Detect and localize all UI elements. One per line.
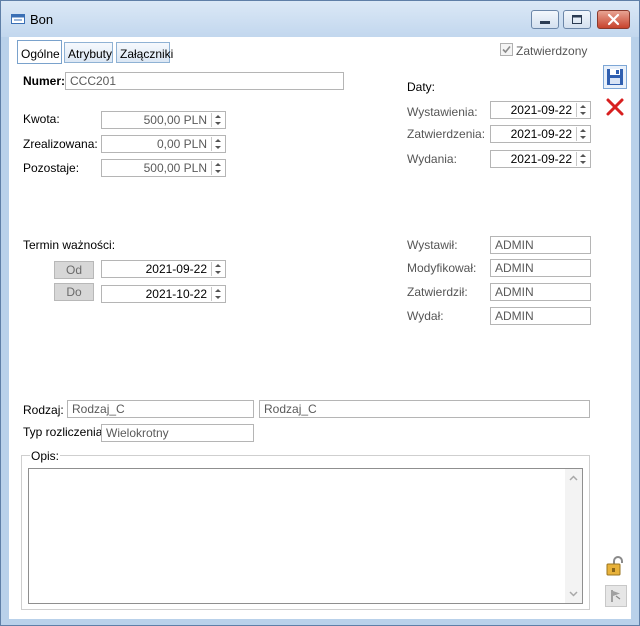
delete-icon: [606, 98, 624, 116]
pozostaje-value: 500,00 PLN: [143, 161, 207, 175]
od-value: 2021-09-22: [145, 262, 207, 276]
od-button[interactable]: Od: [54, 261, 94, 279]
pozostaje-spinner[interactable]: [211, 161, 224, 175]
typ-rozliczenia-label: Typ rozliczenia:: [23, 425, 106, 439]
wydal-label: Wydał:: [407, 309, 444, 323]
close-icon: [607, 13, 620, 26]
wydania-spinner[interactable]: [576, 152, 589, 166]
flag-icon: [611, 590, 621, 602]
numer-label: Numer:: [23, 74, 66, 88]
rodzaj-label: Rodzaj:: [23, 403, 64, 417]
tab-ogolne[interactable]: Ogólne: [17, 40, 62, 64]
minimize-icon: [540, 21, 550, 24]
wydania-date-field[interactable]: 2021-09-22: [490, 150, 591, 168]
od-date-field[interactable]: 2021-09-22: [101, 260, 226, 278]
close-button[interactable]: [597, 10, 630, 29]
zatwierdzenia-date-field[interactable]: 2021-09-22: [490, 125, 591, 143]
kwota-value: 500,00 PLN: [143, 113, 207, 127]
delete-button[interactable]: [603, 95, 627, 119]
wystawienia-spinner[interactable]: [576, 103, 589, 117]
lock-icon: [606, 556, 623, 576]
pozostaje-label: Pozostaje:: [23, 161, 80, 175]
tab-zalaczniki[interactable]: Załączniki: [116, 42, 173, 63]
typ-rozliczenia-field[interactable]: Wielokrotny: [101, 424, 254, 442]
wystawienia-label: Wystawienia:: [407, 105, 478, 119]
zatwierdzil-field[interactable]: ADMIN: [490, 283, 591, 301]
zrealizowana-field[interactable]: 0,00 PLN: [101, 135, 226, 153]
approved-label: Zatwierdzony: [516, 44, 588, 58]
wydania-label: Wydania:: [407, 152, 457, 166]
maximize-icon: [572, 15, 582, 24]
rodzaj-name-field[interactable]: Rodzaj_C: [259, 400, 590, 418]
minimize-button[interactable]: [531, 10, 559, 29]
wystawienia-date-field[interactable]: 2021-09-22: [490, 101, 591, 119]
tab-atrybuty[interactable]: Atrybuty: [64, 42, 113, 63]
pozostaje-field[interactable]: 500,00 PLN: [101, 159, 226, 177]
scroll-down-icon: [569, 591, 578, 597]
numer-field[interactable]: CCC201: [65, 72, 344, 90]
kwota-field[interactable]: 500,00 PLN: [101, 111, 226, 129]
form-content: Ogólne Atrybuty Załączniki Zatwierdzony …: [9, 37, 631, 619]
save-icon: [607, 69, 623, 85]
od-spinner[interactable]: [211, 262, 224, 276]
do-spinner[interactable]: [211, 287, 224, 301]
opis-group: Opis:: [21, 449, 590, 610]
checkmark-icon: [502, 45, 511, 54]
flag-button[interactable]: [605, 585, 627, 607]
modyfikowal-label: Modyfikował:: [407, 261, 477, 275]
modyfikowal-field[interactable]: ADMIN: [490, 259, 591, 277]
wystawil-label: Wystawił:: [407, 238, 458, 252]
lock-button[interactable]: [604, 555, 628, 577]
do-value: 2021-10-22: [145, 287, 207, 301]
zrealizowana-value: 0,00 PLN: [156, 137, 207, 151]
rodzaj-code-field[interactable]: Rodzaj_C: [67, 400, 254, 418]
wystawil-field[interactable]: ADMIN: [490, 236, 591, 254]
opis-label: Opis:: [30, 449, 61, 463]
zatwierdzenia-value: 2021-09-22: [510, 127, 572, 141]
do-button[interactable]: Do: [54, 283, 94, 301]
wydal-field[interactable]: ADMIN: [490, 307, 591, 325]
approved-checkbox[interactable]: [500, 43, 513, 56]
zrealizowana-spinner[interactable]: [211, 137, 224, 151]
opis-scrollbar[interactable]: [565, 469, 582, 603]
window: Bon Ogólne Atrybuty Załączniki Zatwierdz…: [0, 0, 640, 626]
title-bar[interactable]: Bon: [1, 1, 639, 37]
zatwierdzenia-spinner[interactable]: [576, 127, 589, 141]
do-date-field[interactable]: 2021-10-22: [101, 285, 226, 303]
zatwierdzenia-label: Zatwierdzenia:: [407, 127, 486, 141]
wystawienia-value: 2021-09-22: [510, 103, 572, 117]
app-icon: [11, 14, 25, 24]
maximize-button[interactable]: [563, 10, 591, 29]
zatwierdzil-label: Zatwierdził:: [407, 285, 468, 299]
wydania-value: 2021-09-22: [510, 152, 572, 166]
kwota-spinner[interactable]: [211, 113, 224, 127]
zrealizowana-label: Zrealizowana:: [23, 137, 98, 151]
daty-heading: Daty:: [407, 80, 436, 94]
scroll-up-icon: [569, 475, 578, 481]
save-button[interactable]: [603, 65, 627, 89]
window-title: Bon: [30, 12, 54, 27]
termin-label: Termin ważności:: [23, 238, 116, 252]
opis-textarea[interactable]: [28, 468, 583, 604]
kwota-label: Kwota:: [23, 112, 60, 126]
